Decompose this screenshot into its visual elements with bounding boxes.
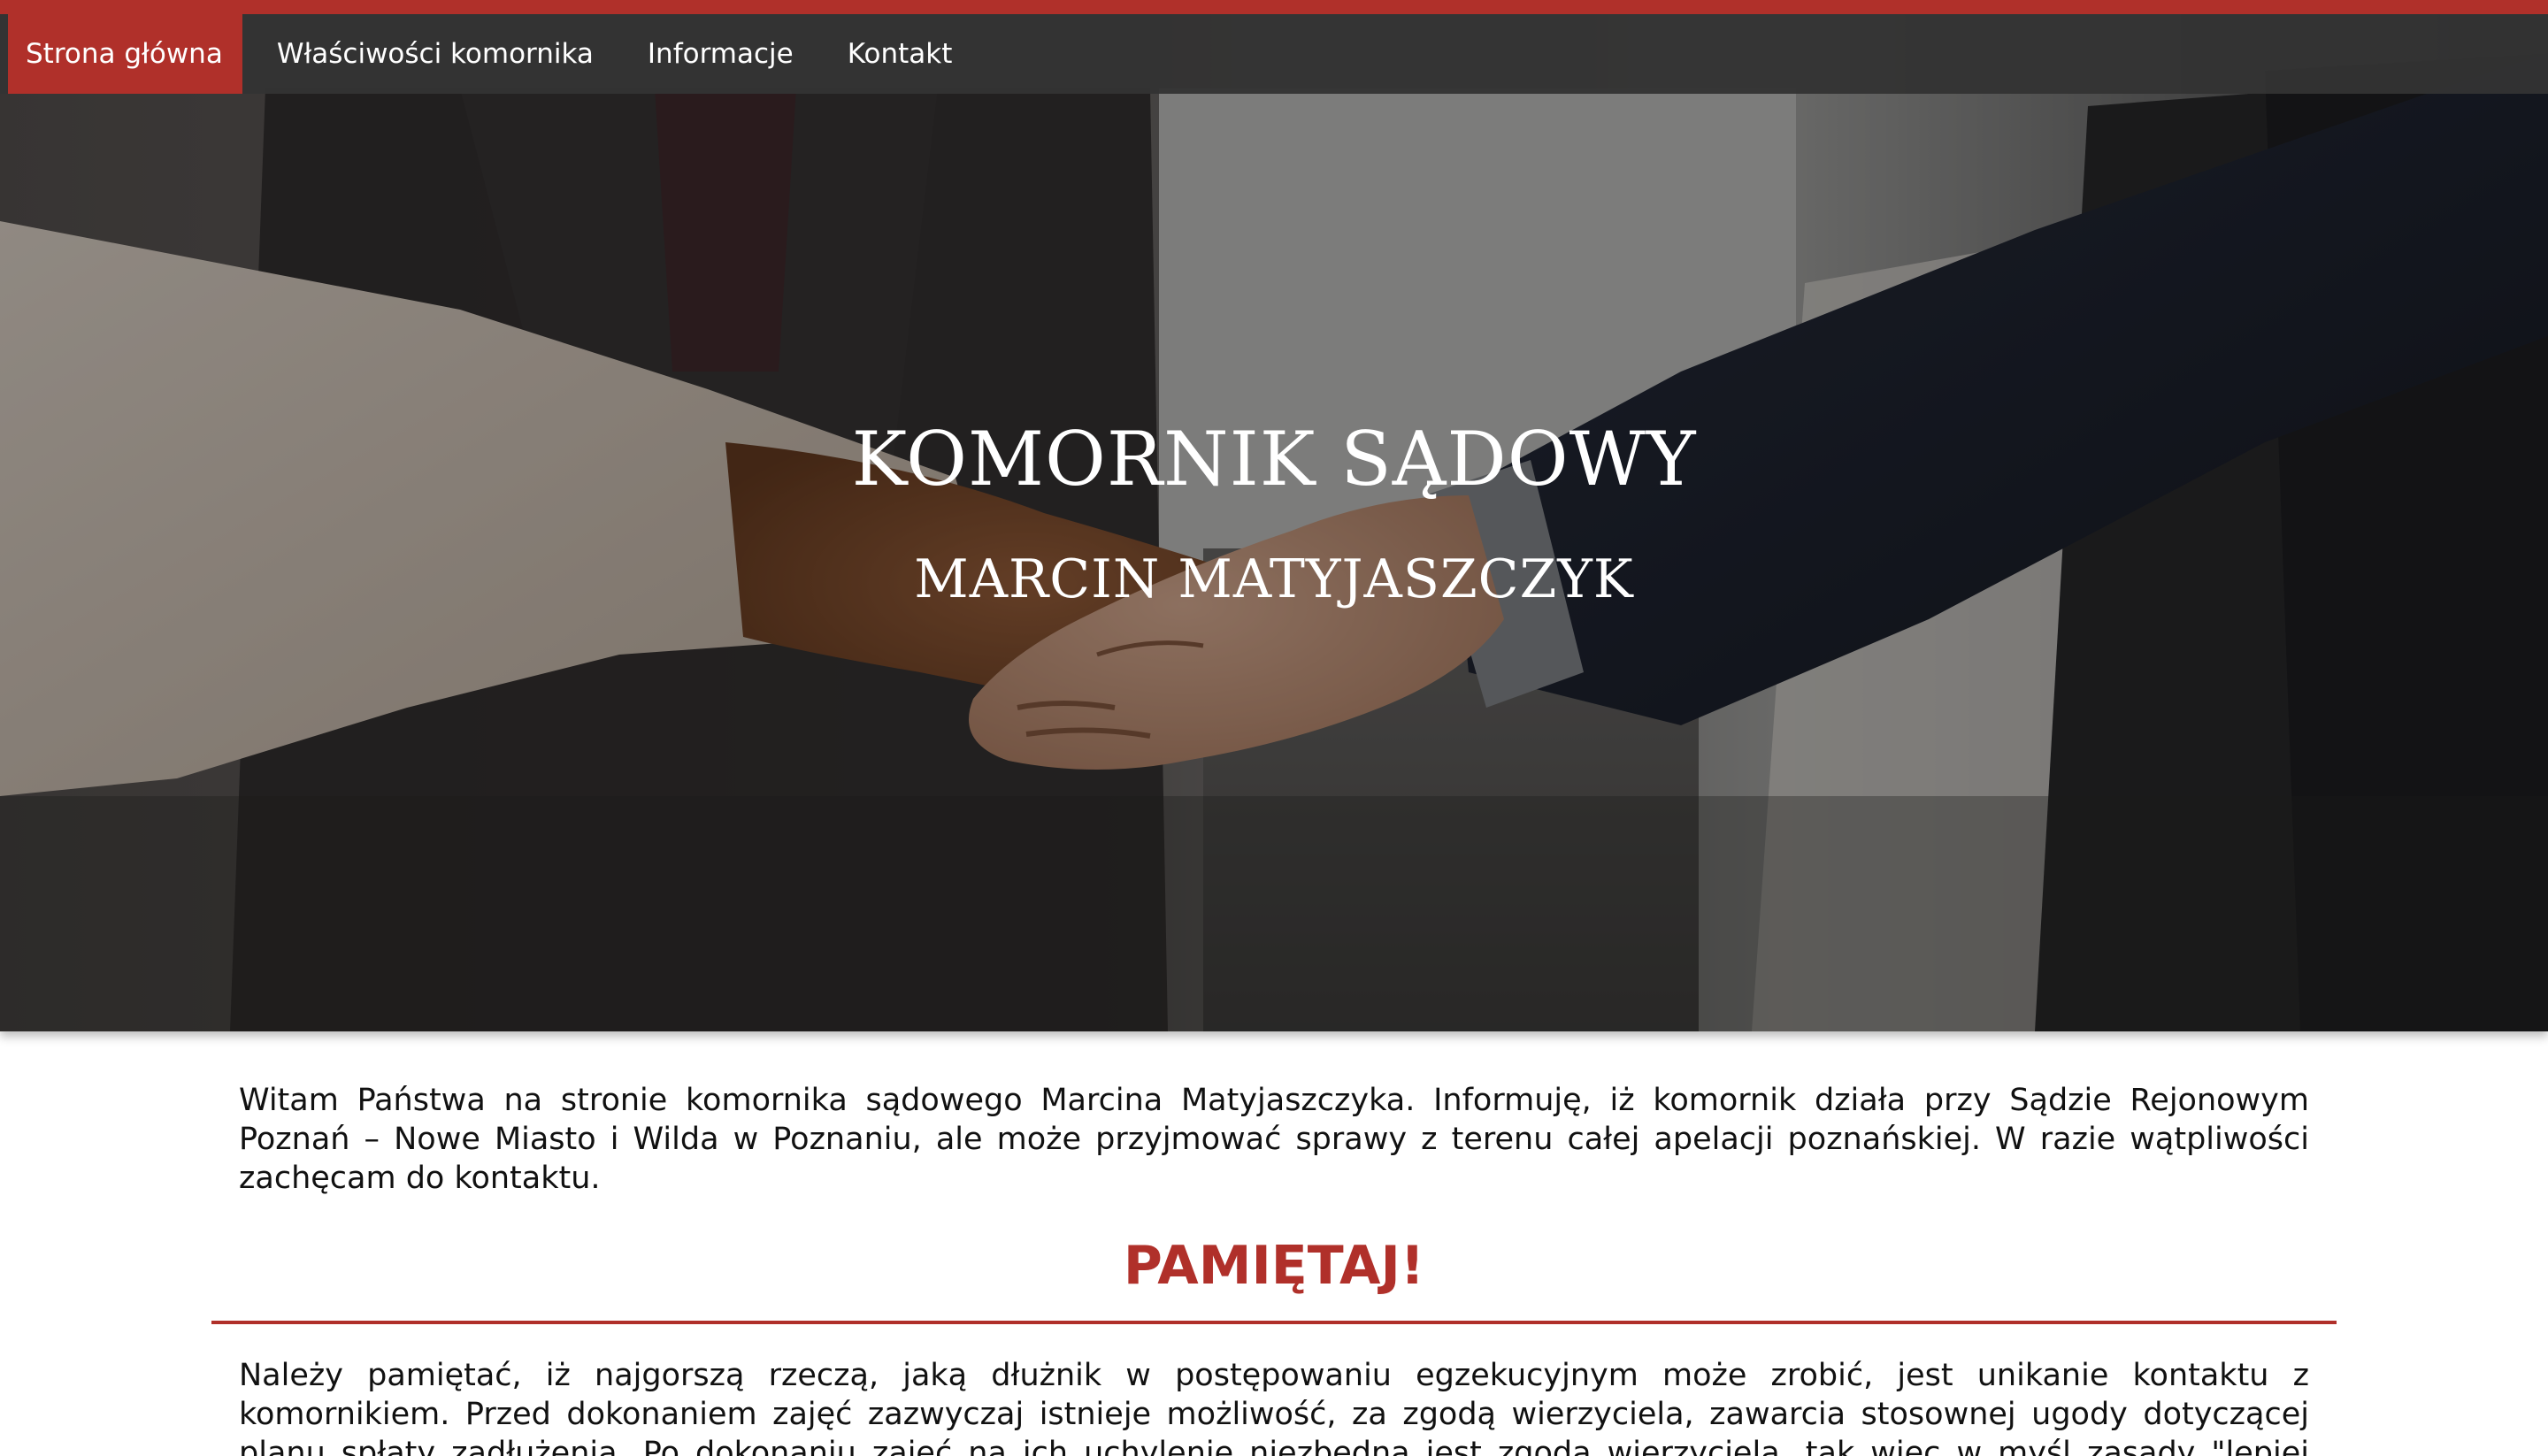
hero-banner: KOMORNIK SĄDOWY MARCIN MATYJASZCZYK [0, 0, 2548, 1031]
top-accent-bar [0, 0, 2548, 14]
section-divider [211, 1321, 2337, 1324]
hero-overlay [0, 0, 2548, 1031]
section-paragraph: Należy pamiętać, iż najgorszą rzeczą, ja… [239, 1358, 2309, 1456]
nav-item-home[interactable]: Strona główna [8, 14, 242, 94]
intro-paragraph: Witam Państwa na stronie komornika sądow… [239, 1083, 2309, 1196]
main-navbar: Strona główna Właściwości komornika Info… [0, 14, 2548, 94]
hero-subtitle: MARCIN MATYJASZCZYK [914, 548, 1634, 610]
section-heading: PAMIĘTAJ! [1123, 1235, 1425, 1297]
nav-item-information[interactable]: Informacje [628, 14, 813, 94]
nav-item-properties[interactable]: Właściwości komornika [257, 14, 613, 94]
page: KOMORNIK SĄDOWY MARCIN MATYJASZCZYK Stro… [0, 0, 2548, 1456]
hero-title: KOMORNIK SĄDOWY [851, 416, 1697, 502]
nav-item-contact[interactable]: Kontakt [828, 14, 972, 94]
